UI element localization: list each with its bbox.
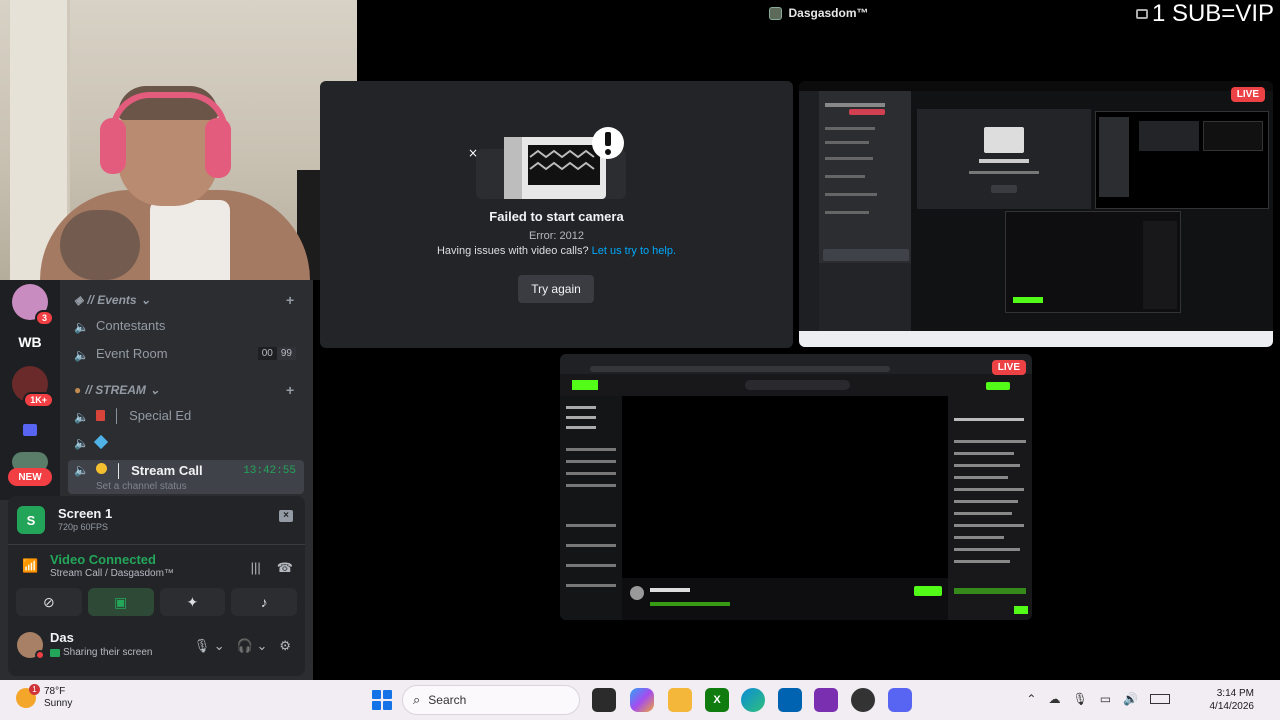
network-icon[interactable]: ▭ xyxy=(1100,692,1111,706)
chevron-down-icon: ⌄ xyxy=(149,383,160,397)
stream-tile-1[interactable]: LIVE xyxy=(799,81,1273,347)
user-limit-badge: 00 99 xyxy=(257,347,296,360)
new-badge: NEW xyxy=(8,468,52,486)
channel-event-room[interactable]: 🔈 Event Room 00 99 xyxy=(74,346,310,362)
soundboard-button[interactable]: ♪ xyxy=(231,588,297,616)
webcam-feed xyxy=(0,0,357,280)
record-icon xyxy=(1135,9,1148,19)
share-screen-button[interactable]: ▣ xyxy=(87,588,154,616)
channel-gem[interactable]: 🔈 xyxy=(74,434,109,450)
channel-list: ◈ // Events ⌄ + 🔈 Contestants 🔈 Event Ro… xyxy=(60,280,313,495)
window-title: Dasgasdom™ xyxy=(788,6,869,20)
speaker-icon: 🔈 xyxy=(74,409,89,424)
mic-icon[interactable]: 🎙 ⌄ xyxy=(194,638,225,654)
volume-icon[interactable]: 🔊 xyxy=(1123,692,1138,706)
weather-widget[interactable]: 1 78°F Sunny xyxy=(16,684,73,710)
camera-help-text: Having issues with video calls? Let us t… xyxy=(436,245,677,257)
chevron-down-icon: ⌄ xyxy=(140,293,151,307)
live-badge: LIVE xyxy=(991,360,1026,375)
activities-button[interactable]: ✦ xyxy=(159,588,226,616)
stream-tile-2[interactable]: LIVE xyxy=(560,354,1032,620)
speaker-icon: 🔈 xyxy=(74,347,89,362)
windows-taskbar: 1 78°F Sunny ⌕ Search X ⌃ ☁ 🎙 ▭ 🔊 3:14 P… xyxy=(0,680,1280,720)
server-icon-3[interactable]: 1K+ xyxy=(12,366,54,408)
server-list: 3 WB 1K+ NEW xyxy=(0,280,60,500)
channel-special-ed[interactable]: 🔈 │ Special Ed xyxy=(74,408,191,424)
system-tray: ⌃ ☁ 🎙 ▭ 🔊 xyxy=(1026,692,1170,706)
chevron-up-icon[interactable]: ⌃ xyxy=(1026,692,1036,706)
stream-overlay-text: 1 SUB=VIP xyxy=(1135,0,1274,28)
speaker-icon: 🔈 xyxy=(74,436,89,450)
camera-error-code: Error: 2012 xyxy=(528,230,585,242)
screen-icon xyxy=(50,648,60,657)
task-view-icon[interactable] xyxy=(592,688,616,712)
live-badge: LIVE xyxy=(1230,87,1265,102)
broken-camera-icon: × xyxy=(468,127,626,199)
svg-text:×: × xyxy=(468,146,478,160)
edge-icon[interactable] xyxy=(741,688,765,712)
screen: Dasgasdom™ 1 SUB=VIP 3 WB 1K+ NEW ◈ // E… xyxy=(0,0,1280,720)
category-events[interactable]: ◈ // Events ⌄ + xyxy=(74,292,294,308)
temperature: 78°F xyxy=(44,686,66,697)
headphones-icon[interactable]: 🎧 ⌄ xyxy=(237,638,268,654)
channel-contestants[interactable]: 🔈 Contestants xyxy=(74,318,165,334)
battery-icon[interactable] xyxy=(1150,694,1170,704)
obs-icon[interactable] xyxy=(851,688,875,712)
user-status: Sharing their screen xyxy=(50,647,153,658)
server-icon-wb[interactable]: WB xyxy=(12,324,48,360)
cookie-icon: ● xyxy=(74,383,82,397)
avatar[interactable] xyxy=(17,632,45,660)
category-icon: ◈ xyxy=(74,293,84,307)
camera-off-button[interactable]: ⊘ xyxy=(16,588,82,616)
server-folder-icon[interactable] xyxy=(12,412,48,448)
discord-sidebar: 3 WB 1K+ NEW ◈ // Events ⌄ + 🔈 Contestan… xyxy=(0,280,313,680)
app-icon[interactable] xyxy=(814,688,838,712)
screen-quality: 720p 60FPS xyxy=(58,522,109,532)
file-explorer-icon[interactable] xyxy=(668,688,692,712)
help-link[interactable]: Let us try to help. xyxy=(592,245,676,257)
copilot-icon[interactable] xyxy=(630,688,654,712)
start-button[interactable] xyxy=(372,690,392,710)
sun-icon: 1 xyxy=(16,684,40,708)
user-panel: Das Sharing their screen 🎙 ⌄ 🎧 ⌄ ⚙ xyxy=(8,624,305,672)
screen-title: Screen 1 xyxy=(58,506,113,521)
stop-share-icon[interactable]: × xyxy=(279,510,293,522)
voice-panel: S Screen 1 720p 60FPS × 📶 Video Connecte… xyxy=(8,496,305,676)
voice-location: Stream Call / Dasgasdom™ xyxy=(50,568,174,579)
discord-icon[interactable] xyxy=(888,688,912,712)
add-channel-icon[interactable]: + xyxy=(286,292,294,308)
signal-icon: 📶 xyxy=(22,558,39,573)
server-icon xyxy=(769,6,783,20)
speaker-icon: 🔈 xyxy=(74,319,89,334)
xbox-icon[interactable]: X xyxy=(705,688,729,712)
try-again-button[interactable]: Try again xyxy=(518,275,594,303)
clock[interactable]: 3:14 PM 4/14/2026 xyxy=(1210,687,1255,713)
speaker-icon: 🔈 xyxy=(74,463,89,477)
disconnect-icon[interactable]: ☎ xyxy=(277,560,293,576)
screen-share-row: S Screen 1 720p 60FPS × xyxy=(16,504,297,536)
voice-status: Video Connected xyxy=(50,552,156,567)
user-name: Das xyxy=(50,630,74,645)
cloud-icon[interactable]: ☁ xyxy=(1048,692,1060,706)
call-timer: 13:42:55 xyxy=(243,465,296,477)
channel-stream-call[interactable]: 🔈 │ Stream Call 13:42:55 Set a channel s… xyxy=(68,460,304,494)
taskbar-search[interactable]: ⌕ Search xyxy=(402,685,580,715)
category-stream[interactable]: ● // STREAM ⌄ + xyxy=(74,382,294,398)
book-icon xyxy=(96,410,105,421)
noise-suppression-icon[interactable]: ||| xyxy=(251,560,261,576)
server-icon-1[interactable]: 3 xyxy=(12,284,54,326)
channel-status[interactable]: Set a channel status xyxy=(96,481,187,492)
mic-icon[interactable]: 🎙 xyxy=(1072,692,1087,706)
gem-icon xyxy=(93,434,109,450)
search-icon: ⌕ xyxy=(413,692,421,707)
store-icon[interactable] xyxy=(778,688,802,712)
camera-error-title: Failed to start camera xyxy=(489,209,624,224)
weather-condition: Sunny xyxy=(44,698,73,709)
screen-share-icon: S xyxy=(17,506,45,534)
add-channel-icon[interactable]: + xyxy=(286,382,294,398)
gear-icon[interactable]: ⚙ xyxy=(279,638,291,654)
camera-error-tile: × Failed to start camera Error: 2012 Hav… xyxy=(320,81,793,348)
sun-icon xyxy=(96,463,107,474)
